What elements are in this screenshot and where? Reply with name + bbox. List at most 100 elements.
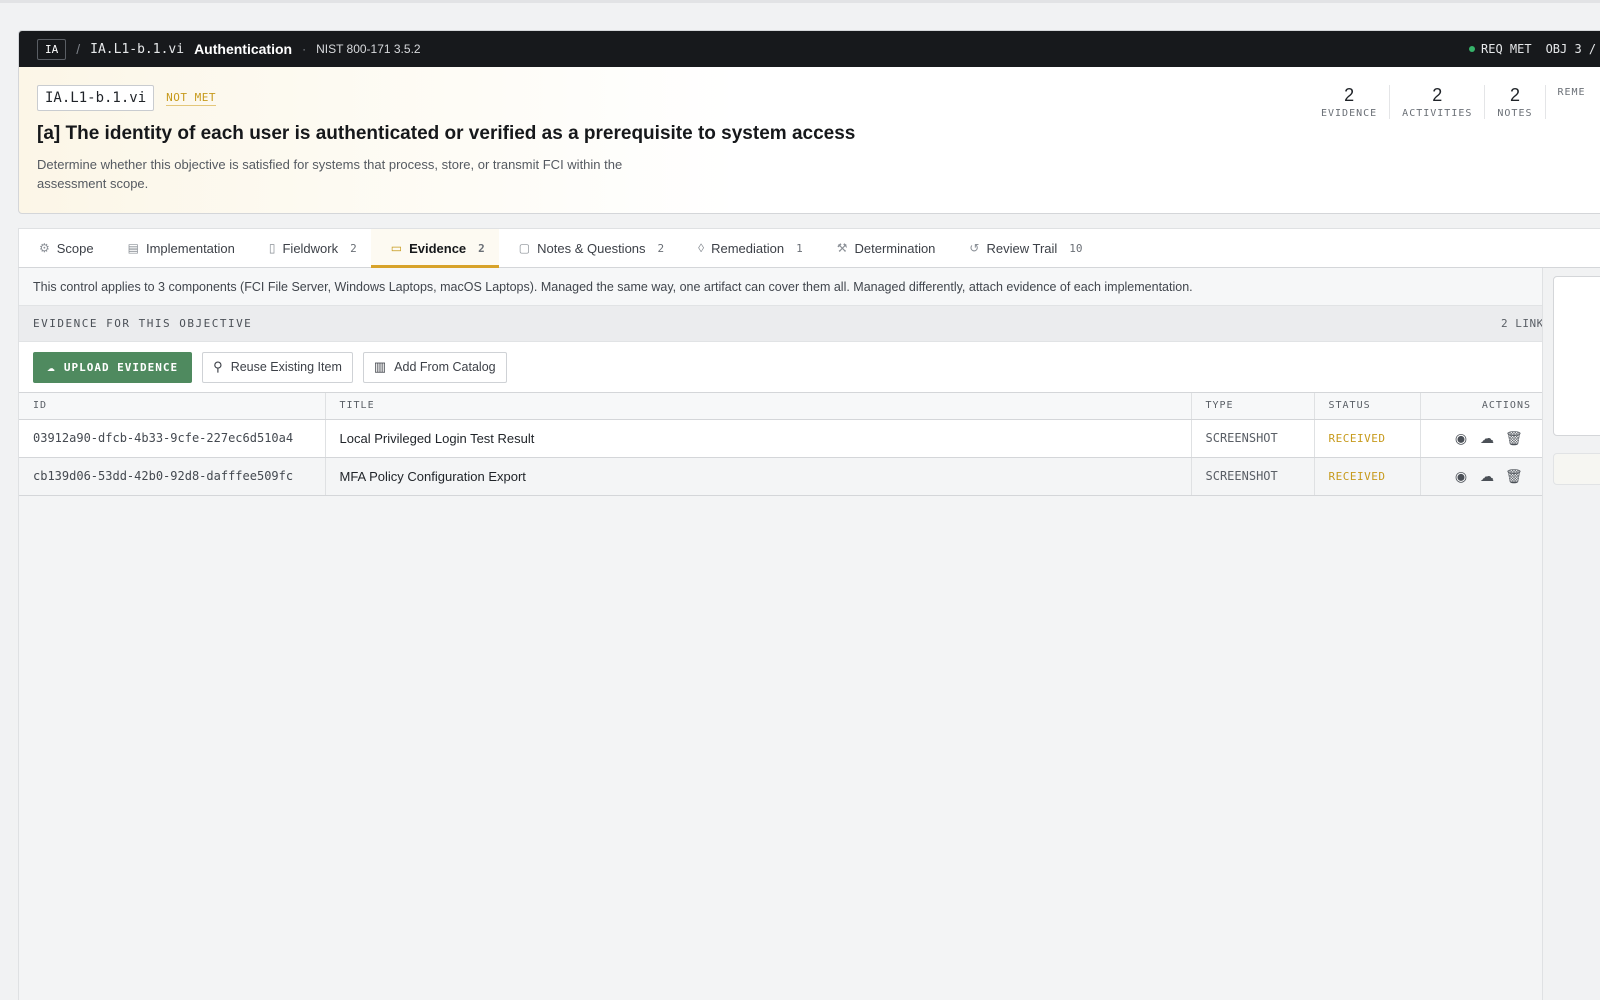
- search-icon: ⚲: [213, 359, 223, 374]
- counter-remediation[interactable]: REME: [1546, 85, 1598, 119]
- evidence-title[interactable]: Local Privileged Login Test Result: [325, 419, 1192, 458]
- tab-count: 2: [350, 241, 357, 255]
- tab-determination[interactable]: ⚒ Determination: [817, 229, 950, 267]
- add-from-catalog-button[interactable]: ▥ Add From Catalog: [362, 351, 507, 383]
- column-header-status[interactable]: STATUS: [1314, 393, 1421, 420]
- tab-label: Implementation: [145, 240, 235, 256]
- tab-count: 2: [657, 241, 665, 255]
- eye-icon[interactable]: ◉: [1453, 430, 1469, 447]
- objective-id: IA.L1-b.1.vi: [37, 85, 155, 111]
- objective-summary: IA.L1-b.1.vi NOT MET [a] The identity of…: [19, 67, 1600, 193]
- scope-icon: ⚙: [39, 241, 50, 255]
- reuse-existing-label: Reuse Existing Item: [230, 360, 342, 374]
- tab-count: 10: [1069, 241, 1083, 255]
- evidence-actions-cell: ◉ ☁ 🗑: [1420, 457, 1545, 496]
- objective-tabs: ⚙ Scope ▤ Implementation ▯ Fieldwork 2 ▭…: [18, 228, 1600, 268]
- tab-fieldwork[interactable]: ▯ Fieldwork 2: [249, 229, 371, 267]
- evidence-type: SCREENSHOT: [1191, 419, 1315, 458]
- summary-counters: 2 EVIDENCE 2 ACTIVITIES 2 NOTES REME: [1309, 85, 1598, 119]
- evidence-type: SCREENSHOT: [1191, 457, 1315, 496]
- objective-status-badge[interactable]: NOT MET: [166, 91, 217, 106]
- table-row[interactable]: 03912a90-dfcb-4b33-9cfe-227ec6d510a4 Loc…: [19, 419, 1545, 458]
- counter-evidence-value: 2: [1344, 85, 1355, 105]
- counter-activities[interactable]: 2 ACTIVITIES: [1390, 85, 1486, 119]
- shield-icon: ◊: [698, 241, 705, 255]
- breadcrumb-dot: ·: [302, 42, 307, 56]
- table-header-row: ID TITLE TYPE STATUS ACTIONS: [19, 393, 1545, 420]
- status-dot-icon: [1469, 46, 1475, 52]
- tab-count: 1: [796, 241, 803, 255]
- counter-activities-value: 2: [1432, 85, 1443, 105]
- counter-notes-label: NOTES: [1497, 108, 1533, 119]
- counter-remediation-label: REME: [1557, 87, 1586, 98]
- reuse-existing-item-button[interactable]: ⚲ Reuse Existing Item: [202, 351, 353, 383]
- tab-review-trail[interactable]: ↺ Review Trail 10: [949, 229, 1096, 267]
- counter-evidence[interactable]: 2 EVIDENCE: [1309, 85, 1391, 119]
- evidence-table: ID TITLE TYPE STATUS ACTIONS 03912a90-df…: [19, 393, 1545, 496]
- breadcrumb-control-id[interactable]: IA.L1-b.1.vi: [90, 42, 184, 57]
- tab-count: 2: [478, 241, 485, 255]
- evidence-title[interactable]: MFA Policy Configuration Export: [325, 457, 1192, 496]
- tab-label: Fieldwork: [282, 240, 339, 256]
- breadcrumb-control-title: Authentication: [194, 41, 293, 57]
- trash-icon[interactable]: 🗑: [1505, 468, 1523, 485]
- breadcrumb: IA / IA.L1-b.1.vi Authentication · NIST …: [19, 31, 1600, 67]
- tab-scope[interactable]: ⚙ Scope: [19, 229, 108, 267]
- req-status-label: REQ MET: [1481, 42, 1532, 56]
- evidence-section-header: EVIDENCE FOR THIS OBJECTIVE 2 LINKED: [19, 306, 1572, 342]
- evidence-actions: ☁ UPLOAD EVIDENCE ⚲ Reuse Existing Item …: [19, 342, 1572, 393]
- column-header-actions: ACTIONS: [1420, 393, 1545, 420]
- cloud-upload-icon[interactable]: ☁: [1479, 468, 1495, 485]
- tab-label: Determination: [854, 240, 936, 256]
- trash-icon[interactable]: 🗑: [1505, 430, 1523, 447]
- library-icon: ▥: [373, 359, 387, 374]
- objective-description: Determine whether this objective is sati…: [37, 157, 623, 191]
- tab-remediation[interactable]: ◊ Remediation 1: [678, 229, 817, 267]
- evidence-status: RECEIVED: [1314, 419, 1421, 458]
- top-border: [0, 0, 1600, 3]
- objective-title: [a] The identity of each user is authent…: [37, 123, 856, 144]
- column-header-type[interactable]: TYPE: [1191, 393, 1315, 420]
- clipboard-icon: ▤: [127, 241, 139, 255]
- counter-activities-label: ACTIVITIES: [1402, 108, 1473, 119]
- tab-label: Review Trail: [986, 240, 1058, 256]
- column-header-id[interactable]: ID: [19, 393, 326, 420]
- counter-evidence-label: EVIDENCE: [1321, 108, 1378, 119]
- gavel-icon: ⚒: [836, 241, 848, 255]
- evidence-status: RECEIVED: [1314, 457, 1421, 496]
- side-panel-card[interactable]: [1553, 276, 1600, 436]
- nist-reference: NIST 800-171 3.5.2: [316, 42, 421, 56]
- objective-counter[interactable]: OBJ 3 /: [1546, 42, 1597, 56]
- add-from-catalog-label: Add From Catalog: [394, 360, 496, 374]
- tab-implementation[interactable]: ▤ Implementation: [108, 229, 249, 267]
- requirement-status: REQ MET OBJ 3 /: [1469, 31, 1596, 67]
- tab-label: Evidence: [409, 240, 467, 256]
- counter-notes[interactable]: 2 NOTES: [1485, 85, 1546, 119]
- cloud-upload-icon: ☁: [47, 359, 56, 375]
- chat-icon: ▢: [518, 241, 531, 255]
- cloud-upload-icon[interactable]: ☁: [1479, 430, 1495, 447]
- column-header-title[interactable]: TITLE: [325, 393, 1192, 420]
- evidence-id: cb139d06-53dd-42b0-92d8-dafffee509fc: [19, 457, 326, 496]
- scope-notice: This control applies to 3 components (FC…: [19, 268, 1572, 306]
- tab-label: Remediation: [711, 240, 785, 256]
- tab-evidence[interactable]: ▭ Evidence 2: [370, 229, 499, 268]
- document-icon: ▯: [268, 241, 276, 255]
- folder-icon: ▭: [390, 241, 403, 255]
- tab-label: Scope: [56, 240, 94, 256]
- evidence-panel: This control applies to 3 components (FC…: [18, 268, 1572, 1000]
- upload-evidence-button[interactable]: ☁ UPLOAD EVIDENCE: [33, 351, 193, 383]
- objective-header-panel: IA / IA.L1-b.1.vi Authentication · NIST …: [18, 30, 1600, 214]
- table-row[interactable]: cb139d06-53dd-42b0-92d8-dafffee509fc MFA…: [19, 457, 1545, 496]
- family-chip[interactable]: IA: [37, 38, 67, 60]
- upload-evidence-label: UPLOAD EVIDENCE: [63, 360, 179, 374]
- history-icon: ↺: [969, 241, 980, 255]
- eye-icon[interactable]: ◉: [1453, 468, 1469, 485]
- breadcrumb-separator: /: [76, 41, 81, 57]
- tab-notes-questions[interactable]: ▢ Notes & Questions 2: [499, 229, 678, 267]
- evidence-actions-cell: ◉ ☁ 🗑: [1420, 419, 1545, 458]
- tab-label: Notes & Questions: [537, 240, 646, 256]
- side-panel-card-secondary[interactable]: [1553, 453, 1600, 485]
- counter-notes-value: 2: [1509, 85, 1520, 105]
- side-rail: [1542, 268, 1600, 1000]
